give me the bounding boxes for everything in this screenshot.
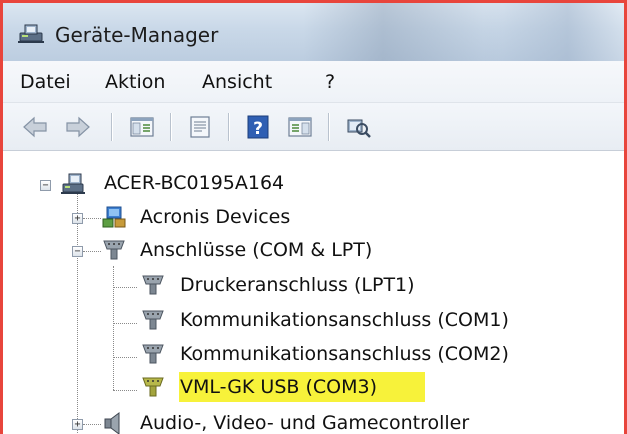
speaker-icon — [104, 412, 120, 434]
tree-node-label: Acronis Devices — [140, 206, 291, 228]
tree-node-com1[interactable]: Kommunikationsanschluss (COM1) — [3, 305, 624, 337]
help-icon[interactable]: ? — [243, 112, 273, 142]
device-tree[interactable]: − ACER-BC0195A164 + Acronis Devices − An… — [3, 152, 624, 434]
device-manager-window: Geräte-Manager Datei Aktion Ansicht ? ? … — [0, 0, 627, 434]
network-device-icon — [102, 206, 126, 228]
tree-node-label: Audio-, Video- und Gamecontroller — [140, 412, 470, 434]
menu-datei[interactable]: Datei — [20, 71, 71, 93]
port-icon — [142, 310, 164, 330]
show-hide-console-tree-icon[interactable] — [127, 112, 157, 142]
tree-node-acronis-devices[interactable]: Acronis Devices — [3, 202, 624, 234]
tree-node-com2[interactable]: Kommunikationsanschluss (COM2) — [3, 339, 624, 371]
title-bar[interactable]: Geräte-Manager — [3, 3, 624, 61]
menu-bar: Datei Aktion Ansicht ? — [3, 61, 624, 103]
tree-node-label: Kommunikationsanschluss (COM1) — [180, 309, 509, 331]
scan-hardware-icon[interactable] — [343, 112, 373, 142]
forward-icon[interactable] — [63, 112, 93, 142]
tree-node-ports[interactable]: Anschlüsse (COM & LPT) — [3, 235, 624, 267]
toolbar-separator — [228, 113, 229, 141]
device-tree-content: − ACER-BC0195A164 + Acronis Devices − An… — [3, 152, 624, 434]
tree-node-label: Kommunikationsanschluss (COM2) — [180, 343, 509, 365]
title-bar-glass — [483, 3, 624, 61]
show-action-pane-icon[interactable] — [285, 112, 315, 142]
tree-node-com3[interactable]: VML-GK USB (COM3) — [3, 372, 624, 404]
toolbar-separator — [170, 113, 171, 141]
toolbar-separator — [328, 113, 329, 141]
toolbar-separator — [111, 113, 112, 141]
properties-icon[interactable] — [185, 112, 215, 142]
tree-node-label: Anschlüsse (COM & LPT) — [140, 239, 373, 261]
port-icon — [142, 344, 164, 364]
svg-text:?: ? — [253, 119, 263, 139]
tree-node-label: Druckeranschluss (LPT1) — [180, 274, 415, 296]
port-icon — [142, 275, 164, 295]
menu-aktion[interactable]: Aktion — [105, 71, 165, 93]
title-bar-glass — [303, 3, 503, 61]
device-manager-icon — [18, 24, 44, 43]
tree-node-root[interactable]: ACER-BC0195A164 — [3, 168, 624, 200]
port-icon — [142, 377, 164, 397]
computer-icon — [61, 173, 85, 194]
tree-node-audio[interactable]: Audio-, Video- und Gamecontroller — [3, 408, 624, 434]
back-icon[interactable] — [20, 112, 50, 142]
toolbar: ? — [3, 103, 624, 151]
window-title: Geräte-Manager — [55, 23, 219, 47]
tree-node-lpt1[interactable]: Druckeranschluss (LPT1) — [3, 270, 624, 302]
menu-help[interactable]: ? — [325, 71, 335, 93]
tree-node-label: VML-GK USB (COM3) — [180, 376, 377, 398]
menu-ansicht[interactable]: Ansicht — [202, 71, 272, 93]
tree-node-label: ACER-BC0195A164 — [104, 172, 285, 194]
port-icon — [103, 240, 125, 260]
